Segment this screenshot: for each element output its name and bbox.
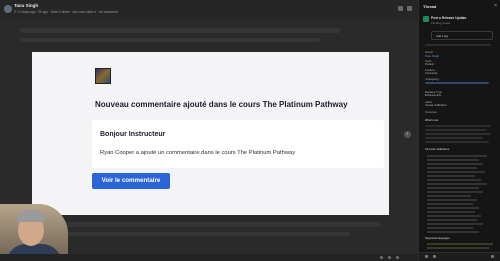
app-icon bbox=[423, 16, 429, 22]
text-line bbox=[425, 125, 491, 127]
list-item bbox=[427, 159, 479, 161]
list-item bbox=[427, 207, 479, 209]
text-line bbox=[425, 133, 491, 135]
email-preview: Nouveau commentaire ajouté dans le cours… bbox=[32, 52, 389, 215]
languages-heading: Supported languages bbox=[425, 237, 450, 240]
author-meta: © 1.0 days ago · 2h ago · Seen 3 times ·… bbox=[14, 10, 118, 14]
text-line bbox=[425, 141, 489, 143]
changelog-link[interactable] bbox=[425, 82, 489, 84]
list-item bbox=[427, 183, 487, 185]
list-item bbox=[427, 179, 481, 181]
app-subtitle: Pending review bbox=[431, 21, 451, 25]
blurred-row bbox=[20, 232, 350, 236]
share-icon[interactable] bbox=[398, 6, 403, 11]
language-row bbox=[427, 243, 493, 245]
panel-title: Thread bbox=[423, 4, 437, 9]
text-line bbox=[425, 129, 487, 131]
list-item bbox=[427, 227, 473, 229]
language-row bbox=[427, 247, 489, 249]
list-item bbox=[427, 199, 477, 201]
list-item bbox=[427, 195, 471, 197]
close-icon[interactable]: × bbox=[494, 3, 497, 9]
list-item bbox=[427, 167, 477, 169]
side-panel: Thread × Post a Release Update Pending r… bbox=[418, 0, 500, 261]
greeting: Bonjour Instructeur bbox=[100, 131, 166, 138]
changelog-label: Changelog bbox=[425, 77, 439, 81]
avatar[interactable] bbox=[4, 5, 12, 13]
email-heading: Nouveau commentaire ajouté dans le cours… bbox=[95, 100, 348, 109]
list-item bbox=[427, 215, 481, 217]
tag-label: Add a tag bbox=[436, 33, 448, 38]
panel-footer bbox=[419, 252, 500, 261]
list-item bbox=[427, 163, 483, 165]
top-actions bbox=[398, 6, 412, 11]
view-comment-button[interactable]: Voir le commentaire bbox=[92, 173, 170, 189]
feature-value: Comments bbox=[425, 72, 438, 75]
label-value: Course notification bbox=[425, 104, 447, 107]
list-item bbox=[427, 219, 477, 221]
list-item bbox=[427, 155, 487, 157]
list-item bbox=[427, 175, 475, 177]
list-item bbox=[427, 203, 473, 205]
blurred-row bbox=[20, 38, 320, 42]
main-view: Tanu Singh © 1.0 days ago · 2h ago · See… bbox=[0, 0, 418, 261]
notifications-heading: All email notifications bbox=[425, 148, 450, 151]
send-icon[interactable] bbox=[491, 255, 494, 258]
chevron-right-icon[interactable]: › bbox=[404, 131, 411, 138]
course-logo bbox=[95, 68, 111, 84]
bottom-toolbar bbox=[0, 254, 418, 261]
app-title: Post a Release Update bbox=[431, 16, 467, 20]
text-line bbox=[425, 137, 483, 139]
fullscreen-icon[interactable] bbox=[388, 256, 391, 259]
top-bar: Tanu Singh © 1.0 days ago · 2h ago · See… bbox=[0, 0, 418, 20]
message-card: Bonjour Instructeur Ryan Cooper a ajouté… bbox=[92, 120, 384, 168]
owner-value[interactable]: Tanu Singh bbox=[425, 54, 439, 58]
tag-button[interactable]: Add a tag bbox=[431, 31, 493, 40]
comment-message: Ryan Cooper a ajouté un commentaire dans… bbox=[100, 150, 296, 156]
team-value: Product bbox=[425, 63, 434, 66]
overview-label: Overview bbox=[425, 110, 437, 114]
webcam-overlay bbox=[0, 204, 68, 261]
blurred-row bbox=[20, 222, 380, 227]
reply-icon[interactable] bbox=[425, 255, 428, 258]
author-name: Tanu Singh bbox=[14, 3, 39, 8]
blurred-row bbox=[20, 28, 340, 33]
list-item bbox=[427, 231, 479, 233]
speed-icon[interactable] bbox=[396, 256, 399, 259]
whats-new-heading: What's new bbox=[425, 119, 439, 122]
list-item bbox=[427, 223, 483, 225]
list-item bbox=[427, 211, 475, 213]
settings-icon[interactable] bbox=[380, 256, 383, 259]
text-line bbox=[425, 44, 491, 46]
list-item bbox=[427, 171, 485, 173]
list-item bbox=[427, 187, 479, 189]
emoji-icon[interactable] bbox=[433, 255, 436, 258]
more-icon[interactable] bbox=[407, 6, 412, 11]
list-item bbox=[427, 191, 483, 193]
release-value: Enhancement bbox=[425, 94, 442, 97]
